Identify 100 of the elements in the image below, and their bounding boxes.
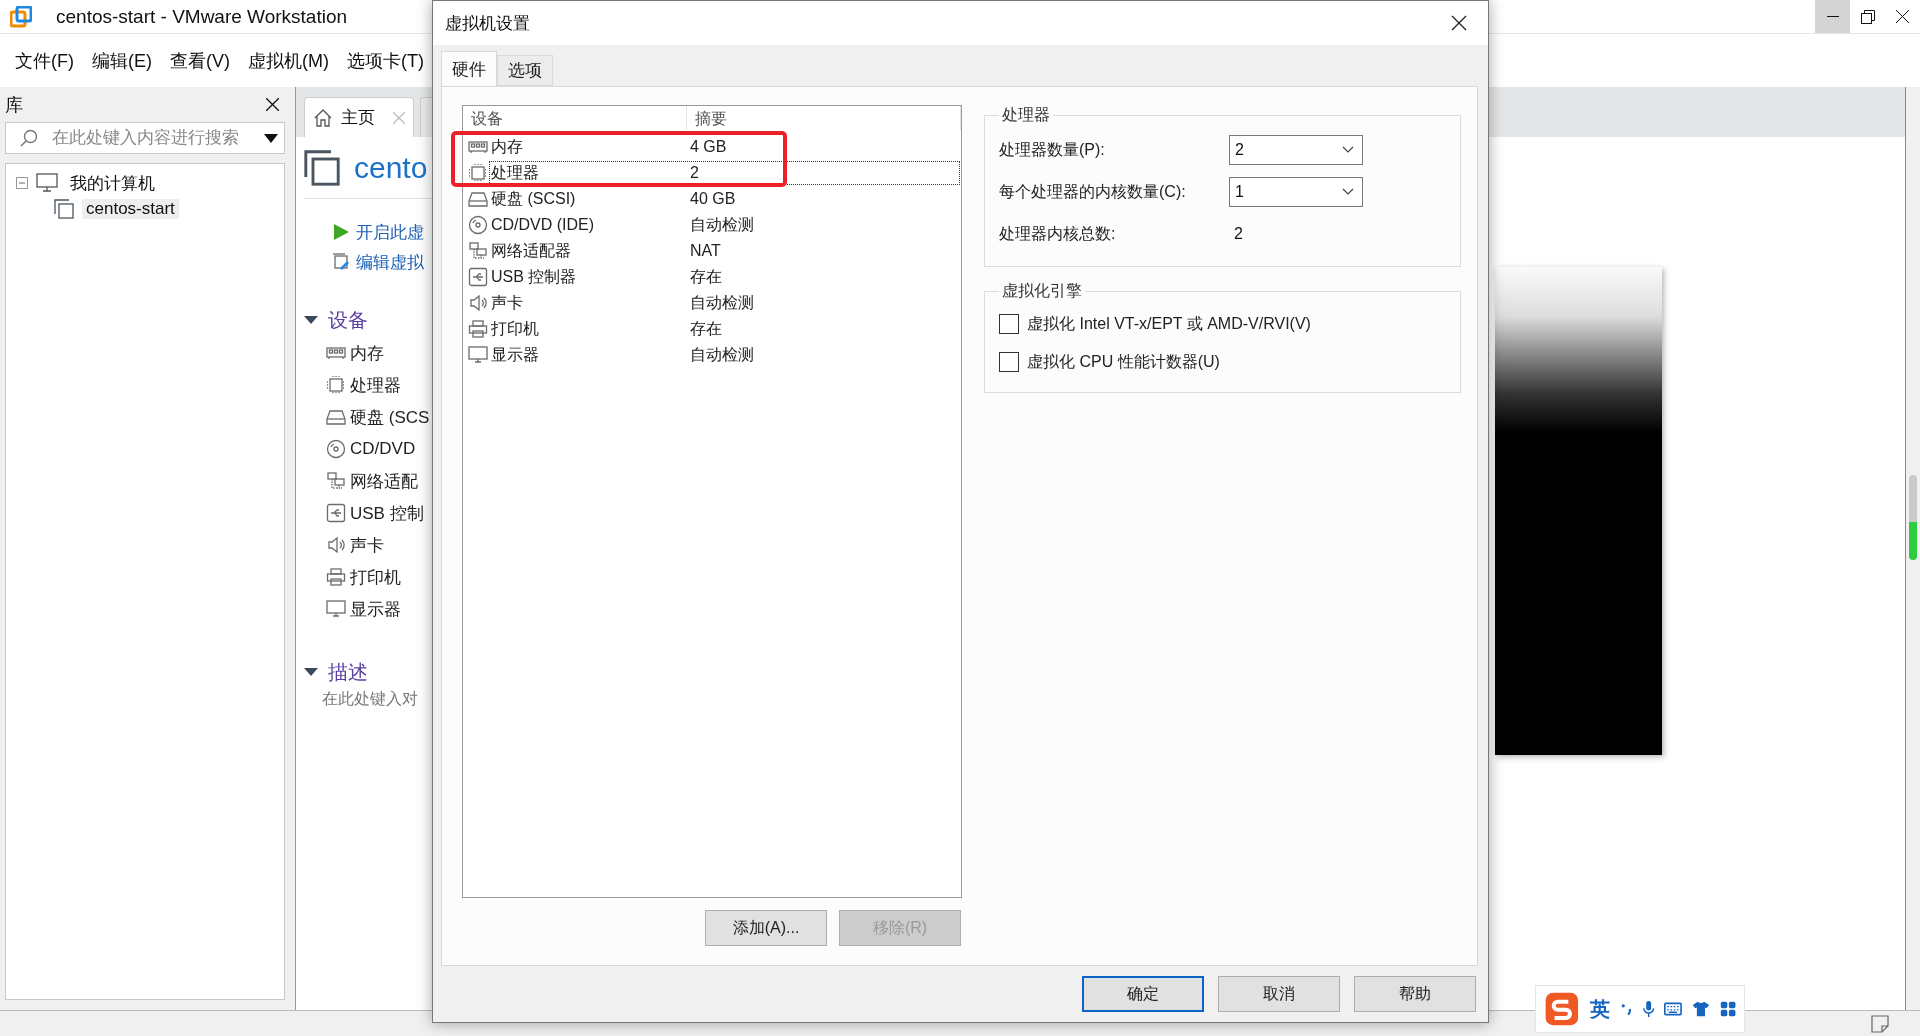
checkbox[interactable] [999, 352, 1019, 372]
close-icon [1451, 15, 1467, 31]
disc-icon [326, 439, 346, 459]
field-label: 每个处理器的内核数量(C): [999, 181, 1187, 202]
field-label: 处理器数量(P): [999, 139, 1106, 160]
home-tab[interactable]: 主页 [304, 97, 414, 137]
virtual-machine-icon [304, 149, 340, 186]
printer-icon [468, 319, 488, 339]
action-link[interactable]: 开启此虚 [332, 217, 438, 247]
grid-icon[interactable] [1719, 999, 1736, 1019]
collapse-arrow-icon[interactable] [304, 315, 318, 325]
dialog-button[interactable]: 帮助 [1354, 976, 1476, 1012]
menu-item[interactable]: 编辑(E) [92, 48, 152, 73]
dialog-tab[interactable]: 选项 [497, 55, 553, 86]
monitor-icon [326, 599, 346, 619]
collapse-icon[interactable] [16, 177, 28, 189]
device-summary: 自动检测 [689, 292, 755, 313]
close-icon[interactable] [266, 98, 279, 111]
device-summary: 存在 [689, 318, 723, 339]
device-item[interactable]: 显示器 [350, 597, 401, 621]
menu-item[interactable]: 虚拟机(M) [248, 48, 329, 73]
dropdown[interactable]: 2 [1229, 135, 1363, 165]
collapse-arrow-icon[interactable] [304, 667, 318, 677]
dialog-tab[interactable]: 硬件 [441, 51, 497, 86]
action-link[interactable]: 编辑虚拟 [332, 247, 438, 277]
device-name: 网络适配器 [491, 240, 571, 261]
vm-title: cento [354, 150, 428, 185]
tree-item[interactable]: 我的计算机 [66, 171, 159, 195]
chip-icon [326, 375, 346, 395]
tree-item[interactable]: centos-start [82, 199, 179, 219]
menu-item[interactable]: 查看(V) [170, 48, 230, 73]
field-label: 处理器内核总数: [999, 223, 1117, 244]
section-title: 设备 [328, 307, 368, 333]
device-summary: NAT [689, 242, 722, 260]
device-summary: 自动检测 [689, 214, 755, 235]
column-header[interactable]: 设备 [463, 106, 687, 130]
dialog-button[interactable]: 确定 [1082, 976, 1204, 1012]
chevron-down-icon [1342, 188, 1354, 196]
restore-icon [1860, 9, 1875, 24]
vm-screen-preview[interactable] [1495, 267, 1662, 755]
device-summary: 4 GB [689, 138, 728, 156]
network-icon [326, 471, 346, 491]
device-name: 显示器 [491, 344, 539, 365]
checkbox-label: 虚拟化 Intel VT-x/EPT 或 AMD-V/RVI(V) [1027, 313, 1311, 334]
keyboard-icon[interactable] [1664, 1001, 1682, 1017]
checkbox[interactable] [999, 314, 1019, 334]
dropdown-arrow-icon[interactable] [264, 133, 278, 143]
search-field[interactable]: 在此处键入内容进行搜索 [5, 122, 285, 154]
menu-item[interactable]: 文件(F) [15, 48, 74, 73]
field-value: 2 [1233, 225, 1244, 243]
group-title: 虚拟化引擎 [1001, 281, 1083, 301]
virtual-machine-icon [54, 199, 74, 219]
list-button[interactable]: 添加(A)... [705, 910, 827, 946]
column-header[interactable]: 摘要 [687, 106, 961, 130]
microphone-icon[interactable] [1642, 998, 1655, 1020]
dialog-title: 虚拟机设置 [445, 12, 530, 35]
device-item[interactable]: 声卡 [350, 533, 384, 557]
minimize-icon [1826, 15, 1839, 18]
usb-icon [468, 267, 488, 287]
device-name: CD/DVD (IDE) [491, 216, 595, 234]
device-item[interactable]: USB 控制 [350, 501, 424, 525]
checkbox-label: 虚拟化 CPU 性能计数器(U) [1027, 351, 1220, 372]
speaker-icon [326, 535, 346, 555]
section-title: 描述 [328, 659, 368, 685]
device-item[interactable]: CD/DVD [350, 439, 416, 459]
device-item[interactable]: 处理器 [350, 373, 401, 397]
note-icon[interactable] [1870, 1013, 1890, 1034]
device-item[interactable]: 打印机 [350, 565, 401, 589]
menu-item[interactable]: 选项卡(T) [346, 48, 424, 73]
device-item[interactable]: 硬盘 (SCS [350, 405, 430, 429]
device-name: USB 控制器 [491, 266, 577, 287]
monitor-icon [468, 345, 488, 365]
device-name: 内存 [491, 136, 523, 157]
computer-icon [36, 173, 58, 193]
network-icon [468, 241, 488, 261]
device-summary: 自动检测 [689, 344, 755, 365]
group-title: 处理器 [1001, 105, 1051, 125]
chip-icon [468, 163, 488, 183]
input-mode[interactable]: 英 [1589, 995, 1610, 1023]
device-name: 打印机 [491, 318, 539, 339]
printer-icon [326, 567, 346, 587]
device-summary: 存在 [689, 266, 723, 287]
scrollbar-thumb[interactable] [1909, 475, 1917, 560]
library-title: 库 [5, 93, 23, 117]
close-icon [1896, 10, 1909, 23]
disc-icon [468, 215, 488, 235]
device-item[interactable]: 内存 [350, 341, 384, 365]
app-logo-icon [10, 5, 32, 28]
dialog-button[interactable]: 取消 [1218, 976, 1340, 1012]
home-icon [313, 107, 333, 128]
edit-icon [332, 253, 350, 271]
device-summary: 2 [689, 164, 700, 182]
dropdown[interactable]: 1 [1229, 177, 1363, 207]
usb-icon [326, 503, 346, 523]
device-item[interactable]: 网络适配 [350, 469, 418, 493]
search-icon [20, 129, 38, 147]
device-summary: 40 GB [689, 190, 737, 208]
shirt-icon[interactable] [1691, 999, 1710, 1019]
play-icon [332, 223, 350, 241]
chevron-down-icon [1342, 146, 1354, 154]
